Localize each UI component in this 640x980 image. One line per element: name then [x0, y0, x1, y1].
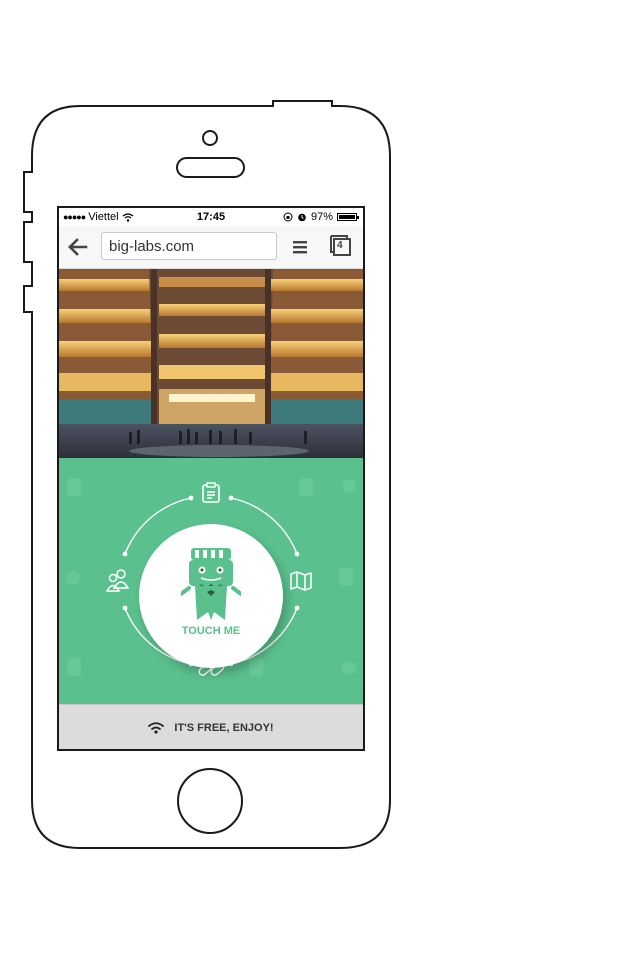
hamburger-menu-icon[interactable]	[291, 238, 309, 256]
footer-text: IT'S FREE, ENJOY!	[174, 721, 274, 734]
speaker-grille	[176, 157, 245, 178]
camera-icon	[202, 130, 218, 146]
rotation-lock-icon	[283, 212, 293, 222]
mascot-icon	[181, 548, 241, 620]
battery-icon	[337, 213, 359, 221]
touch-me-button[interactable]: TOUCH ME	[139, 524, 283, 668]
battery-percent: 97%	[310, 211, 333, 223]
hero-building-image	[59, 269, 363, 458]
back-arrow-icon[interactable]	[67, 236, 89, 258]
url-field[interactable]: big-labs.com	[101, 232, 277, 260]
phone-screen: ●●●●● Viettel 17:45 97% big-labs.com 4 T…	[59, 208, 363, 749]
alarm-icon	[298, 213, 306, 222]
footer-bar: IT'S FREE, ENJOY!	[59, 704, 363, 749]
tabs-button[interactable]: 4	[329, 234, 353, 258]
map-icon[interactable]	[289, 570, 313, 592]
feature-panel: TOUCH ME	[59, 458, 363, 704]
touch-me-label: TOUCH ME	[181, 625, 241, 637]
clipboard-icon[interactable]	[200, 482, 222, 504]
browser-toolbar: big-labs.com 4	[59, 226, 363, 269]
tab-count: 4	[337, 240, 343, 251]
wifi-icon	[148, 721, 165, 734]
people-icon[interactable]	[105, 568, 131, 592]
home-button	[177, 768, 243, 834]
status-bar: ●●●●● Viettel 17:45 97%	[59, 208, 363, 226]
